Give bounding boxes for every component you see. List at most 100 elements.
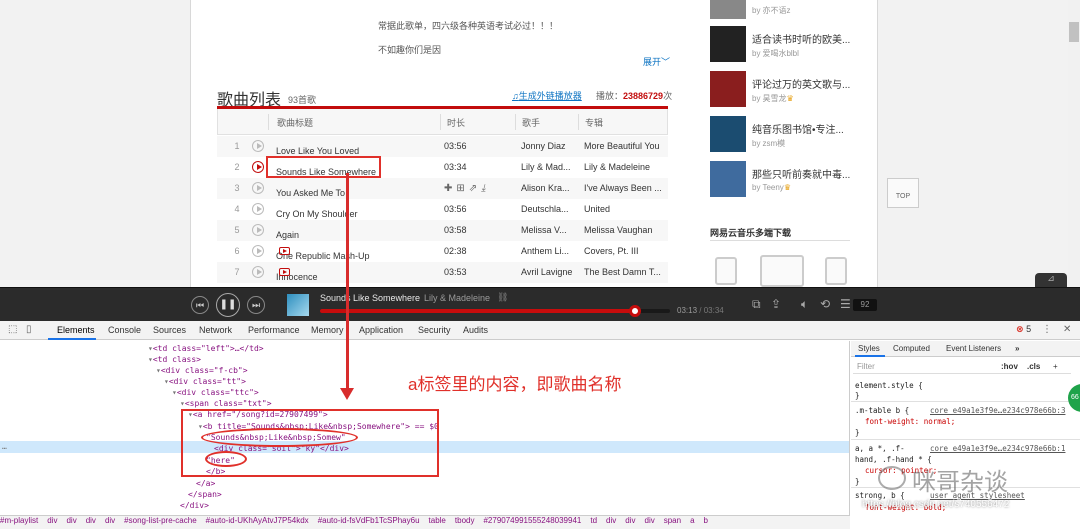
sidebar-playlist-name[interactable]: 那些只听前奏就中毒...: [752, 166, 850, 181]
sidebar-playlist-item[interactable]: 纯音乐图书馆•专注... by zsm模: [710, 116, 870, 156]
style-rule-line[interactable]: a, a *, .f-core_e49a1e3f9e…e234c978e66b:…: [855, 444, 1065, 453]
breadcrumb-item[interactable]: div: [105, 516, 115, 525]
table-row[interactable]: 3 You Asked Me To ✚⊞⇗⤓ Alison Kra... I've Al…: [217, 178, 668, 199]
sidebar-playlist-name[interactable]: 评论过万的英文歌与...: [752, 76, 850, 91]
creator-name[interactable]: 亦不语z: [762, 6, 790, 15]
more-options-icon[interactable]: ⋮: [1042, 324, 1052, 335]
breadcrumb-item[interactable]: td: [590, 516, 597, 525]
table-row[interactable]: 4 Cry On My Shoulder 03:56 Deutschla... Unit…: [217, 199, 668, 220]
breadcrumb-item[interactable]: div: [66, 516, 76, 525]
android-device-icon[interactable]: [825, 257, 847, 285]
breadcrumb-item[interactable]: table: [429, 516, 446, 525]
dom-node-text[interactable]: <div class="tt">: [169, 377, 246, 386]
tab-security[interactable]: Security: [418, 325, 451, 335]
row-album[interactable]: Lily & Madeleine: [584, 162, 650, 172]
style-rule-line[interactable]: element.style {: [855, 381, 923, 390]
row-play-icon[interactable]: [252, 245, 264, 257]
style-rule-source[interactable]: core_e49a1e3f9e…e234c978e66b:3: [930, 406, 1065, 415]
row-album[interactable]: The Best Damn T...: [584, 267, 661, 277]
tab-elements[interactable]: Elements: [57, 325, 95, 335]
page-scrollbar-thumb[interactable]: [1069, 22, 1079, 42]
playlist-cover[interactable]: [710, 161, 746, 197]
table-row[interactable]: 7 Innocence 03:53 Avril Lavigne The Best Dam…: [217, 262, 668, 283]
sidebar-playlist-item[interactable]: 那些只听前奏就中毒... by Teeny♛: [710, 161, 870, 201]
row-artist[interactable]: Alison Kra...: [521, 183, 570, 193]
windows-device-icon[interactable]: [760, 255, 804, 287]
player-artist[interactable]: Lily & Madeleine: [424, 293, 490, 303]
playlist-cover[interactable]: [710, 0, 746, 19]
add-icon[interactable]: ✚: [444, 183, 456, 194]
breadcrumb-item[interactable]: #m-playlist: [0, 516, 38, 525]
row-play-icon[interactable]: [252, 266, 264, 278]
row-artist[interactable]: Anthem Li...: [521, 246, 569, 256]
breadcrumb-item[interactable]: #auto-id-UKhAyAtvJ7P54kdx: [206, 516, 309, 525]
row-album[interactable]: Melissa Vaughan: [584, 225, 652, 235]
breadcrumb-item[interactable]: div: [86, 516, 96, 525]
dom-node-text[interactable]: <td class="left">…</td>: [153, 344, 264, 353]
dom-node-line[interactable]: ▾<span class="txt">: [180, 399, 272, 408]
dom-node-line[interactable]: ▾<div class="ttc">: [172, 388, 259, 397]
creator-name[interactable]: Teeny: [762, 183, 783, 192]
row-artist[interactable]: Lily & Mad...: [521, 162, 571, 172]
styles-filter-input[interactable]: Filter:hov .cls +: [853, 360, 1071, 374]
row-song-title-text[interactable]: You Asked Me To: [276, 188, 345, 198]
dom-node-text[interactable]: </span>: [188, 490, 222, 499]
album-cover-thumbnail[interactable]: [287, 294, 309, 316]
dom-node-line[interactable]: </a>: [196, 479, 215, 488]
creator-name[interactable]: zsm模: [762, 139, 785, 148]
table-row[interactable]: 6 One Republic Mash-Up 02:38 Anthem Li... Co…: [217, 241, 668, 262]
creator-name[interactable]: 昊雪龙: [762, 94, 786, 103]
breadcrumb-item[interactable]: div: [47, 516, 57, 525]
progress-handle[interactable]: [629, 305, 641, 317]
row-artist[interactable]: Jonny Diaz: [521, 141, 566, 151]
collect-icon[interactable]: ⊞: [456, 183, 468, 194]
row-song-title[interactable]: Innocence: [276, 267, 318, 282]
playlist-icon[interactable]: ☰: [840, 297, 851, 311]
row-album[interactable]: Covers, Pt. III: [584, 246, 639, 256]
style-rule-text[interactable]: font-weight: normal;: [865, 417, 955, 426]
row-album[interactable]: I've Always Been ...: [584, 183, 662, 193]
row-play-icon[interactable]: [252, 140, 264, 152]
tab-audits[interactable]: Audits: [463, 325, 488, 335]
style-rule-source[interactable]: core_e49a1e3f9e…e234c978e66b:1: [930, 444, 1065, 453]
mv-icon[interactable]: [279, 267, 290, 276]
device-toolbar-icon[interactable]: ▯: [26, 324, 32, 335]
next-icon[interactable]: ⏭: [247, 296, 265, 314]
tab-application[interactable]: Application: [359, 325, 403, 335]
download-icon[interactable]: ⤓: [481, 183, 489, 194]
sidebar-playlist-item[interactable]: by 亦不语z: [710, 0, 870, 23]
inspect-icon[interactable]: ⬚: [8, 324, 17, 335]
creator-name[interactable]: 爱喝水blbl: [762, 49, 798, 58]
dom-node-text[interactable]: <div class="ttc">: [177, 388, 259, 397]
style-rule-line[interactable]: }: [855, 391, 860, 400]
sidebar-playlist-item[interactable]: 适合读书时听的欧美... by 爱喝水blbl: [710, 26, 870, 66]
playlist-count-badge[interactable]: 92: [853, 299, 877, 311]
sidebar-playlist-name[interactable]: 适合读书时听的欧美...: [752, 31, 850, 46]
tab-performance[interactable]: Performance: [248, 325, 300, 335]
dom-node-text[interactable]: </a>: [196, 479, 215, 488]
row-album[interactable]: More Beautiful You: [584, 141, 660, 151]
row-song-title-text[interactable]: Love Like You Loved: [276, 146, 359, 156]
row-play-icon[interactable]: [252, 224, 264, 236]
dom-node-text[interactable]: <span class="txt">: [185, 399, 272, 408]
hov-toggle[interactable]: :hov: [1001, 360, 1018, 374]
row-play-icon[interactable]: [252, 182, 264, 194]
page-scrollbar[interactable]: [1068, 0, 1080, 287]
row-artist[interactable]: Avril Lavigne: [521, 267, 572, 277]
breadcrumb-item[interactable]: span: [664, 516, 681, 525]
breadcrumb-item[interactable]: tbody: [455, 516, 475, 525]
table-row[interactable]: 1 Love Like You Loved 03:56 Jonny Diaz More …: [217, 136, 668, 157]
style-rule-text[interactable]: }: [855, 391, 860, 400]
row-song-title-text[interactable]: One Republic Mash-Up: [276, 251, 370, 261]
link-icon[interactable]: ⛓: [497, 292, 508, 303]
row-play-icon[interactable]: [252, 161, 264, 173]
previous-icon[interactable]: ⏮: [191, 296, 209, 314]
style-rule-text[interactable]: element.style {: [855, 381, 923, 390]
volume-icon[interactable]: 🔈︎: [801, 297, 808, 312]
loop-icon[interactable]: ⟲: [820, 297, 830, 311]
style-rule-text[interactable]: .m-table b {: [855, 406, 909, 415]
dom-node-line[interactable]: ▾<td class>: [148, 355, 201, 364]
breadcrumb-item[interactable]: #auto-id-fsVdFb1TcSPhay6u: [318, 516, 420, 525]
breadcrumb-item[interactable]: div: [625, 516, 635, 525]
dom-node-line[interactable]: </span>: [188, 490, 222, 499]
